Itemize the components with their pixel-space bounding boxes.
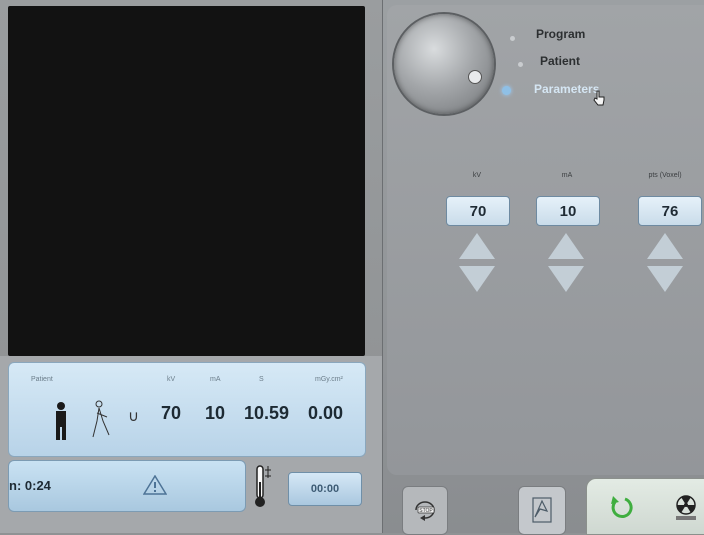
seconds-readout-value: 10.59 <box>244 403 290 423</box>
scan-mode-icon <box>532 497 552 523</box>
patient-standing-icon <box>56 402 66 440</box>
third-increase-button[interactable] <box>647 233 683 259</box>
kv-label: kV <box>472 172 482 179</box>
knob-indicator <box>468 70 482 84</box>
exposure-time-text: n: 0:24 <box>9 478 51 493</box>
menu-dot-parameters-active <box>502 86 511 95</box>
separator-symbol: ∪ <box>128 408 139 425</box>
image-viewer-screen <box>8 6 365 356</box>
ma-readout-value: 10 <box>205 403 226 423</box>
menu-item-program[interactable]: Program <box>536 27 585 41</box>
warning-icon[interactable] <box>143 475 167 495</box>
stop-text: STOP <box>419 508 433 514</box>
menu-item-patient[interactable]: Patient <box>540 54 580 68</box>
third-value-field[interactable]: 76 <box>638 196 702 226</box>
ma-decrease-button[interactable] <box>548 266 584 292</box>
dose-readout-value: 0.00 <box>308 403 344 423</box>
ready-panel <box>586 478 704 535</box>
menu-item-parameters[interactable]: Parameters <box>534 82 599 96</box>
timer-display[interactable]: 00:00 <box>288 472 362 506</box>
stop-button[interactable]: STOP <box>402 486 448 535</box>
menu-dot-program <box>510 36 515 41</box>
exposure-readout-panel: Patient kV mA S mGy.cm² ∪ 70 10 10.59 0.… <box>8 362 366 457</box>
third-parameter-label: pts (Voxel) <box>648 172 682 179</box>
radiation-icon <box>676 495 696 520</box>
patient-outline-icon <box>92 400 110 438</box>
ma-label: mA <box>561 172 573 179</box>
status-bar: n: 0:24 <box>8 460 246 512</box>
kv-value-field[interactable]: 70 <box>446 196 510 226</box>
selection-knob[interactable] <box>394 14 494 114</box>
third-decrease-button[interactable] <box>647 266 683 292</box>
patient-label: Patient <box>31 376 53 383</box>
ready-refresh-icon[interactable] <box>609 494 633 520</box>
exposure-mode-button[interactable] <box>518 486 566 535</box>
kv-readout-label: kV <box>167 376 176 383</box>
menu-dot-patient <box>518 62 523 67</box>
seconds-readout-label: S <box>259 376 264 383</box>
ma-value-field[interactable]: 10 <box>536 196 600 226</box>
kv-readout-value: 70 <box>161 403 182 423</box>
kv-decrease-button[interactable] <box>459 266 495 292</box>
stop-rotate-icon: STOP <box>415 501 435 521</box>
tube-temperature-icon <box>255 465 271 507</box>
kv-increase-button[interactable] <box>459 233 495 259</box>
ma-readout-label: mA <box>210 376 221 383</box>
ma-increase-button[interactable] <box>548 233 584 259</box>
hand-cursor-icon <box>593 90 605 106</box>
dose-readout-label: mGy.cm² <box>315 376 343 383</box>
